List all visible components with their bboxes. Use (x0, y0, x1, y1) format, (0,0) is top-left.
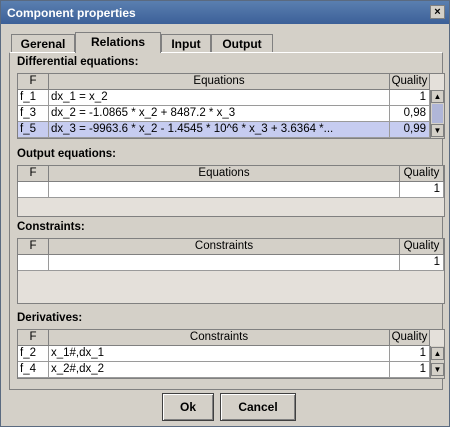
constraints-title: Constraints: (17, 221, 85, 233)
differential-equations-table: F Equations Quality f_1 dx_1 = x_2 1 f_3… (17, 73, 445, 139)
close-icon: × (434, 6, 441, 18)
title-bar: Component properties × (1, 1, 449, 24)
derivatives-scrollbar[interactable]: ▲ ▼ (430, 346, 444, 378)
tab-output[interactable]: Output (211, 34, 273, 52)
tab-general[interactable]: Gerenal (11, 34, 75, 52)
col-header-quality[interactable]: Quality (390, 74, 430, 90)
col-header-equations[interactable]: Equations (49, 74, 390, 90)
close-button[interactable]: × (430, 5, 445, 19)
tab-input[interactable]: Input (161, 34, 211, 52)
tab-relations[interactable]: Relations (75, 32, 161, 53)
col-header-quality[interactable]: Quality (390, 330, 430, 346)
table-row-quality[interactable]: 1 (400, 255, 444, 271)
scroll-down-icon[interactable]: ▼ (431, 363, 444, 376)
table-row-f[interactable]: f_3 (18, 106, 49, 122)
col-header-f[interactable]: F (18, 239, 49, 255)
table-row-f[interactable]: f_2 (18, 346, 49, 362)
table-row-f-selected[interactable]: f_5 (18, 122, 49, 138)
table-row-equation[interactable]: dx_1 = x_2 (49, 90, 390, 106)
col-header-equations[interactable]: Equations (49, 166, 400, 182)
table-row-f[interactable] (18, 255, 49, 271)
differential-equations-title: Differential equations: (17, 56, 139, 68)
col-header-constraints[interactable]: Constraints (49, 330, 390, 346)
constraints-table: F Constraints Quality 1 (17, 238, 445, 304)
derivatives-table: F Constraints Quality f_2 x_1#,dx_1 1 f_… (17, 329, 445, 379)
table-row-quality[interactable]: 1 (390, 362, 430, 378)
table-row-constraint[interactable]: x_1#,dx_1 (49, 346, 390, 362)
table-row-constraint[interactable] (49, 255, 400, 271)
col-header-quality[interactable]: Quality (400, 239, 444, 255)
output-equations-title: Output equations: (17, 148, 117, 160)
window-title: Component properties (7, 6, 136, 20)
table-row-quality[interactable]: 1 (390, 346, 430, 362)
scroll-up-icon[interactable]: ▲ (431, 347, 444, 360)
cancel-button[interactable]: Cancel (220, 393, 296, 421)
output-equations-table: F Equations Quality 1 (17, 165, 445, 217)
col-header-constraints[interactable]: Constraints (49, 239, 400, 255)
col-header-f[interactable]: F (18, 74, 49, 90)
col-header-f[interactable]: F (18, 166, 49, 182)
table-row-f[interactable]: f_1 (18, 90, 49, 106)
table-row-quality-selected[interactable]: 0,99 (390, 122, 430, 138)
col-header-f[interactable]: F (18, 330, 49, 346)
table-row-quality[interactable]: 1 (390, 90, 430, 106)
derivatives-title: Derivatives: (17, 312, 83, 324)
scroll-up-icon[interactable]: ▲ (431, 90, 444, 103)
table-row-equation-selected[interactable]: dx_3 = -9963.6 * x_2 - 1.4545 * 10^6 * x… (49, 122, 390, 138)
col-header-quality[interactable]: Quality (400, 166, 444, 182)
component-properties-dialog: Component properties × Gerenal Relations… (0, 0, 450, 427)
scroll-thumb[interactable] (432, 104, 443, 123)
table-row-equation[interactable]: dx_2 = -1.0865 * x_2 + 8487.2 * x_3 (49, 106, 390, 122)
table-row-f[interactable]: f_4 (18, 362, 49, 378)
scroll-down-icon[interactable]: ▼ (431, 124, 444, 137)
differential-scrollbar[interactable]: ▲ ▼ (430, 90, 444, 138)
table-row-quality[interactable]: 0,98 (390, 106, 430, 122)
table-row-f[interactable] (18, 182, 49, 198)
ok-button[interactable]: Ok (162, 393, 214, 421)
table-row-equation[interactable] (49, 182, 400, 198)
table-row-quality[interactable]: 1 (400, 182, 444, 198)
table-row-constraint[interactable]: x_2#,dx_2 (49, 362, 390, 378)
